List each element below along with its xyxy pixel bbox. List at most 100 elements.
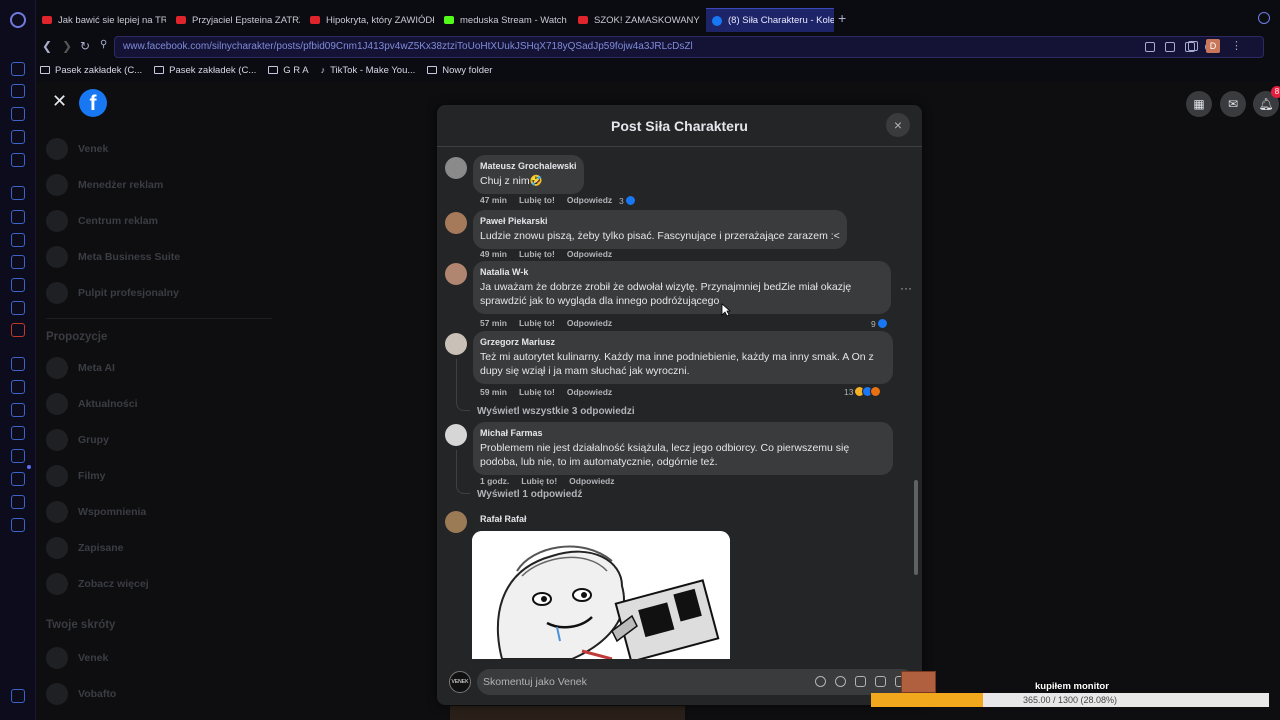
extension-puzzle-icon[interactable] [1188,41,1198,51]
gx-icon[interactable] [11,689,25,703]
facebook-logo-icon[interactable]: f [79,89,107,117]
comment-time[interactable]: 49 min [480,249,507,259]
avatar[interactable] [445,157,467,179]
sidebar-item[interactable]: Venek [46,647,108,669]
tab-0[interactable]: Jak bawić sie lepiej na TR [36,8,166,32]
panel-icon[interactable] [11,62,25,76]
sidebar-item[interactable]: Aktualności [46,393,138,415]
comment-input[interactable]: Skomentuj jako Venek [477,669,915,695]
tab-2[interactable]: Hipokryta, który ZAWIÓDŁ [304,8,434,32]
site-info-icon[interactable]: ⚲ [100,39,107,50]
comment-author[interactable]: Grzegorz Mariusz [480,337,886,347]
avatar[interactable] [445,212,467,234]
close-icon[interactable]: ✕ [52,91,67,112]
youtube-rail-icon[interactable] [11,323,25,337]
twitch-icon[interactable] [11,186,25,200]
reply-button[interactable]: Odpowiedz [567,387,612,397]
comments-scrollbar[interactable] [914,480,918,575]
messenger-button-icon[interactable]: ✉ [1220,91,1246,117]
avatar-sticker-icon[interactable] [815,676,826,687]
sidebar-item[interactable]: Meta Business Suite [46,246,180,268]
new-tab-button[interactable]: + [838,10,846,26]
comment-author[interactable]: Paweł Piekarski [480,216,840,226]
music-icon[interactable] [11,357,25,371]
sidebar-item[interactable]: Vobafto [46,683,116,705]
emoji-icon[interactable] [835,676,846,687]
telegram-icon[interactable] [11,233,25,247]
reaction-count[interactable]: 13 [844,386,882,397]
bookmark-item[interactable]: Nowy folder [427,62,492,78]
bookmark-item[interactable]: Pasek zakładek (C... [154,62,256,78]
like-button[interactable]: Lubię to! [519,195,555,205]
reaction-count[interactable]: 3 [619,195,636,206]
bookmark-item[interactable]: ♪ TikTok - Make You... [321,62,416,78]
reply-button[interactable]: Odpowiedz [567,318,612,328]
comment-author[interactable]: Mateusz Grochalewski [480,161,577,171]
bookmark-icon[interactable] [1145,42,1155,52]
back-icon[interactable]: ❮ [42,39,52,53]
discord-icon[interactable] [11,301,25,315]
browser-logo-icon[interactable] [10,12,26,28]
reaction-count[interactable]: 9 [871,318,888,329]
extensions-icon[interactable] [11,107,25,121]
forward-icon[interactable]: ❯ [62,39,72,53]
more-options-icon[interactable]: ··· [900,281,912,295]
settings-icon[interactable] [11,518,25,532]
avatar[interactable] [445,333,467,355]
browser-menu-icon[interactable]: ⋮ [1231,39,1242,52]
comment-author[interactable]: Rafał Rafał [480,514,527,524]
view-replies-link[interactable]: Wyświetl wszystkie 3 odpowiedzi [477,406,635,417]
reply-button[interactable]: Odpowiedz [569,476,614,486]
sidebar-item[interactable]: Venek [46,138,108,160]
comment-time[interactable]: 47 min [480,195,507,205]
heart-icon[interactable] [11,403,25,417]
camera-icon[interactable] [855,676,866,687]
gif-icon[interactable] [875,676,886,687]
bookmark-item[interactable]: Pasek zakładek (C... [40,62,142,78]
comment-author[interactable]: Natalia W-k [480,267,884,277]
history-icon[interactable] [11,84,25,98]
sidebar-item[interactable]: Centrum reklam [46,210,158,232]
modal-close-button[interactable]: × [886,113,910,137]
like-button[interactable]: Lubię to! [519,387,555,397]
sidebar-item[interactable]: Zapisane [46,537,124,559]
comment-time[interactable]: 1 godz. [480,476,509,486]
snapshot-icon[interactable] [1165,42,1175,52]
sidebar-item[interactable]: Grupy [46,429,109,451]
bookmark-item[interactable]: G R A [268,62,309,78]
reply-button[interactable]: Odpowiedz [567,249,612,259]
tab-4[interactable]: SZOK! ZAMASKOWANY C [572,8,702,32]
reload-icon[interactable]: ↻ [80,39,90,53]
tab-3[interactable]: meduska Stream - Watch [438,8,568,32]
avatar[interactable] [445,511,467,533]
download-icon[interactable] [11,472,25,486]
sidebar-item[interactable]: Menedżer reklam [46,174,163,196]
like-button[interactable]: Lubię to! [519,318,555,328]
reply-button[interactable]: Odpowiedz [567,195,612,205]
comment-author[interactable]: Michał Farmas [480,428,886,438]
like-button[interactable]: Lubię to! [519,249,555,259]
view-replies-link[interactable]: Wyświetl 1 odpowiedź [477,489,582,500]
sidebar-item[interactable]: Meta AI [46,357,115,379]
tab-active[interactable]: (8) Siła Charakteru - Kolejn × [706,8,834,32]
wallet-icon[interactable] [11,426,25,440]
url-field[interactable]: www.facebook.com/silnycharakter/posts/pf… [114,36,1264,58]
x-icon[interactable] [11,278,25,292]
avatar[interactable] [445,263,467,285]
sidebar-item[interactable]: Zobacz więcej [46,573,149,595]
avatar[interactable] [445,424,467,446]
sidebar-item[interactable]: Pulpit profesjonalny [46,282,179,304]
comment-image[interactable] [472,531,730,659]
instagram-icon[interactable] [11,255,25,269]
notes-icon[interactable] [11,130,25,144]
messenger-icon[interactable] [11,210,25,224]
tab-search-icon[interactable] [1258,12,1270,24]
send-icon[interactable] [11,380,25,394]
mail-icon[interactable] [11,153,25,167]
comment-time[interactable]: 57 min [480,318,507,328]
sidebar-item[interactable]: Filmy [46,465,105,487]
tab-1[interactable]: Przyjaciel Epsteina ZATRZ [170,8,300,32]
profile-avatar[interactable]: D [1206,39,1220,53]
pin-icon[interactable] [11,495,25,509]
sidebar-item[interactable]: Wspomnienia [46,501,146,523]
